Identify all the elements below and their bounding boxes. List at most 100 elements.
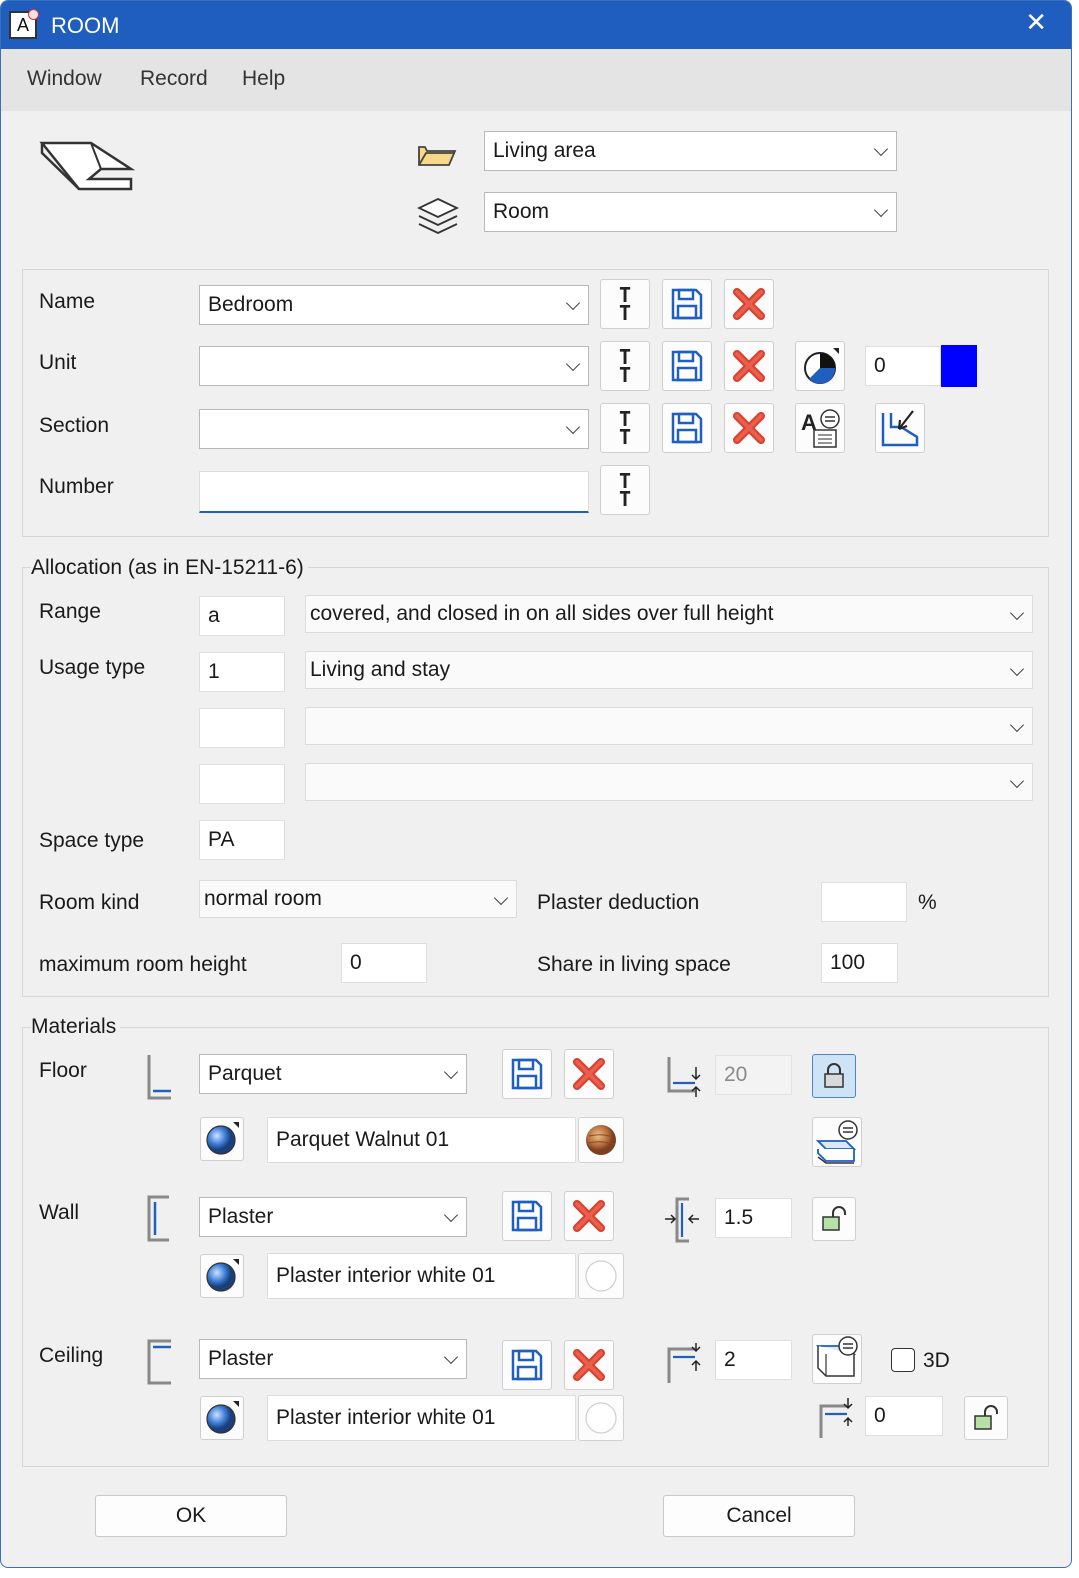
- floor-settings-button[interactable]: [812, 1117, 862, 1167]
- white-texture-icon: [585, 1402, 617, 1434]
- text-icon: TT: [618, 283, 632, 325]
- section-select[interactable]: [199, 409, 589, 449]
- chevron-down-icon: [443, 1207, 459, 1223]
- delete-icon: [733, 288, 765, 320]
- 3d-checkbox[interactable]: [891, 1348, 915, 1372]
- wall-surface-preview[interactable]: [578, 1253, 624, 1299]
- floor-save-button[interactable]: [502, 1049, 552, 1099]
- ceiling-surface-preview[interactable]: [578, 1395, 624, 1441]
- save-button[interactable]: [662, 403, 712, 453]
- usage-select-2[interactable]: [305, 707, 1033, 745]
- save-button[interactable]: [662, 341, 712, 391]
- floor-thickness-icon: [667, 1057, 701, 1097]
- wall-material-select[interactable]: Plaster: [199, 1197, 467, 1237]
- wall-surface-field[interactable]: Plaster interior white 01: [267, 1253, 576, 1299]
- ceiling-delete-button[interactable]: [564, 1340, 614, 1390]
- room-kind-label: Room kind: [39, 891, 140, 914]
- delete-button[interactable]: [724, 341, 774, 391]
- delete-icon: [733, 350, 765, 382]
- wall-thickness-field[interactable]: 1.5: [715, 1198, 792, 1238]
- text-style-button[interactable]: TT: [600, 403, 650, 453]
- chevron-down-icon: [873, 202, 889, 218]
- usage-code-field-2[interactable]: [199, 708, 285, 748]
- floor-material-select[interactable]: Parquet: [199, 1054, 467, 1094]
- floor-delete-button[interactable]: [564, 1049, 614, 1099]
- range-value: covered, and closed in on all sides over…: [310, 602, 774, 625]
- floor-surface-preview[interactable]: [578, 1117, 624, 1163]
- floor-lock-button[interactable]: [812, 1054, 856, 1098]
- text-icon: TT: [618, 345, 632, 387]
- space-type-field[interactable]: PA: [199, 820, 285, 860]
- menu-window[interactable]: Window: [27, 67, 102, 91]
- name-select[interactable]: Bedroom: [199, 285, 589, 325]
- text-style-button[interactable]: TT: [600, 465, 650, 515]
- unit-select[interactable]: [199, 346, 589, 386]
- percent-unit: %: [918, 891, 937, 914]
- color-number-field[interactable]: 0: [865, 346, 941, 386]
- usage-code-field-3[interactable]: [199, 764, 285, 804]
- ceiling-lock-button[interactable]: [964, 1396, 1008, 1440]
- lock-closed-icon: [824, 1063, 844, 1088]
- layer-select[interactable]: Room: [484, 192, 897, 232]
- range-label: Range: [39, 600, 101, 623]
- cancel-button[interactable]: Cancel: [663, 1495, 855, 1537]
- text-style-button[interactable]: TT: [600, 341, 650, 391]
- number-field[interactable]: [199, 471, 589, 513]
- wood-texture-icon: [586, 1125, 616, 1155]
- close-icon[interactable]: ✕: [1025, 7, 1047, 38]
- pick-point-button[interactable]: [875, 403, 925, 453]
- wall-delete-button[interactable]: [564, 1191, 614, 1241]
- share-living-space-field[interactable]: 100: [821, 943, 898, 983]
- floor-surface-field[interactable]: Parquet Walnut 01: [267, 1117, 576, 1163]
- category-select[interactable]: Living area: [484, 131, 897, 171]
- menu-record[interactable]: Record: [140, 67, 208, 91]
- color-swatch[interactable]: [941, 345, 977, 387]
- floor-surface-button[interactable]: [200, 1117, 244, 1161]
- range-select[interactable]: covered, and closed in on all sides over…: [305, 595, 1033, 633]
- name-label: Name: [39, 290, 96, 313]
- wall-lock-button[interactable]: [812, 1197, 856, 1241]
- save-icon: [511, 1058, 543, 1090]
- color-wheel-icon: [804, 348, 839, 384]
- wall-material-value: Plaster: [208, 1205, 274, 1228]
- text-settings-icon: A: [801, 409, 840, 448]
- floor-thickness-field[interactable]: 20: [715, 1055, 792, 1095]
- ceiling-offset-field[interactable]: 0: [865, 1396, 943, 1436]
- chevron-down-icon: [1009, 661, 1025, 677]
- delete-button[interactable]: [724, 279, 774, 329]
- ceiling-surface-field[interactable]: Plaster interior white 01: [267, 1395, 576, 1441]
- ceiling-save-button[interactable]: [502, 1340, 552, 1390]
- menu-bar: Window Record Help: [1, 49, 1071, 111]
- usage-select-3[interactable]: [305, 763, 1033, 801]
- usage-code-field[interactable]: 1: [199, 652, 285, 692]
- wall-surface-button[interactable]: [200, 1254, 244, 1298]
- ceiling-material-select[interactable]: Plaster: [199, 1339, 467, 1379]
- room-kind-select[interactable]: normal room: [199, 880, 517, 918]
- ok-button[interactable]: OK: [95, 1495, 287, 1537]
- wall-save-button[interactable]: [502, 1191, 552, 1241]
- wall-thickness-icon: [665, 1197, 699, 1243]
- chevron-down-icon: [1009, 605, 1025, 621]
- floor-material-value: Parquet: [208, 1062, 282, 1085]
- floor-layer-icon: [147, 1055, 171, 1100]
- title-bar: A ROOM ✕: [1, 1, 1071, 49]
- folder-icon: [418, 146, 457, 166]
- delete-button[interactable]: [724, 403, 774, 453]
- text-icon: TT: [618, 469, 632, 511]
- text-settings-button[interactable]: A: [795, 403, 845, 453]
- text-style-button[interactable]: TT: [600, 279, 650, 329]
- ceiling-thickness-field[interactable]: 2: [715, 1340, 792, 1380]
- menu-help[interactable]: Help: [242, 67, 285, 91]
- section-label: Section: [39, 414, 110, 437]
- save-button[interactable]: [662, 279, 712, 329]
- color-palette-button[interactable]: [795, 341, 845, 391]
- ceiling-settings-button[interactable]: [812, 1334, 862, 1384]
- usage-select[interactable]: Living and stay: [305, 651, 1033, 689]
- range-code-field[interactable]: a: [199, 596, 285, 636]
- pick-point-icon: [881, 410, 919, 447]
- plaster-deduction-field[interactable]: [821, 882, 907, 922]
- ceiling-surface-button[interactable]: [200, 1396, 244, 1440]
- text-icon: TT: [618, 407, 632, 449]
- chevron-down-icon: [565, 295, 581, 311]
- max-room-height-field[interactable]: 0: [341, 943, 427, 983]
